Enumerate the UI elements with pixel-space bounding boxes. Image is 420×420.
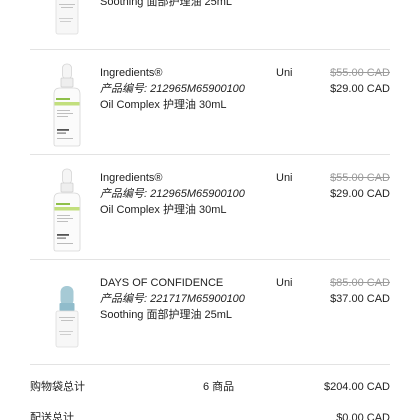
dropper-bottle-icon — [53, 63, 81, 147]
product-size: Uni — [276, 172, 293, 184]
dropper-bottle-icon — [55, 286, 79, 348]
sale-price: $29.00 CAD — [330, 83, 390, 95]
shipping-total-label: 配送总计 — [30, 412, 74, 420]
cart-item[interactable]: Soothing 面部护理油 25mL — [30, 0, 390, 50]
product-brand: Ingredients® — [100, 172, 163, 184]
bag-total-value: $204.00 CAD — [323, 381, 390, 393]
cart-item-list: Soothing 面部护理油 25mL Ingredients® 产品编号: 2… — [30, 0, 390, 365]
sale-price: $29.00 CAD — [330, 188, 390, 200]
product-image[interactable] — [47, 273, 87, 357]
shipping-total-value: $0.00 CAD — [336, 412, 390, 420]
product-sku: 产品编号: 212965M65900100 — [100, 83, 245, 95]
product-name[interactable]: Oil Complex 护理油 30mL — [100, 97, 227, 113]
sale-price: $37.00 CAD — [330, 293, 390, 305]
product-image[interactable] — [47, 168, 87, 252]
cart-item[interactable]: DAYS OF CONFIDENCE 产品编号: 221717M65900100… — [30, 260, 390, 365]
original-price: $55.00 CAD — [330, 172, 390, 184]
original-price: $85.00 CAD — [330, 277, 390, 289]
dropper-bottle-icon — [55, 0, 79, 35]
shipping-total-row: 配送总计 $0.00 CAD — [30, 410, 390, 420]
product-size: Uni — [276, 277, 293, 289]
bag-total-row: 购物袋总计 6 商品 $204.00 CAD — [30, 379, 390, 395]
product-size: Uni — [276, 67, 293, 79]
product-name[interactable]: Soothing 面部护理油 25mL — [100, 0, 232, 10]
order-summary: 购物袋总计 6 商品 $204.00 CAD 配送总计 $0.00 CAD — [30, 365, 390, 420]
product-image[interactable] — [47, 0, 87, 44]
product-sku: 产品编号: 212965M65900100 — [100, 188, 245, 200]
bag-total-label: 购物袋总计 — [30, 381, 85, 393]
original-price: $55.00 CAD — [330, 67, 390, 79]
product-image[interactable] — [47, 63, 87, 147]
product-name[interactable]: Soothing 面部护理油 25mL — [100, 307, 232, 323]
product-name[interactable]: Oil Complex 护理油 30mL — [100, 202, 227, 218]
shopping-bag-page: Soothing 面部护理油 25mL Ingredients® 产品编号: 2… — [0, 0, 420, 420]
cart-item[interactable]: Ingredients® 产品编号: 212965M65900100 Oil C… — [30, 50, 390, 155]
cart-item[interactable]: Ingredients® 产品编号: 212965M65900100 Oil C… — [30, 155, 390, 260]
product-brand: Ingredients® — [100, 67, 163, 79]
dropper-bottle-icon — [53, 168, 81, 252]
product-brand: DAYS OF CONFIDENCE — [100, 277, 224, 289]
product-sku: 产品编号: 221717M65900100 — [100, 293, 245, 305]
item-count: 6 商品 — [203, 381, 235, 393]
